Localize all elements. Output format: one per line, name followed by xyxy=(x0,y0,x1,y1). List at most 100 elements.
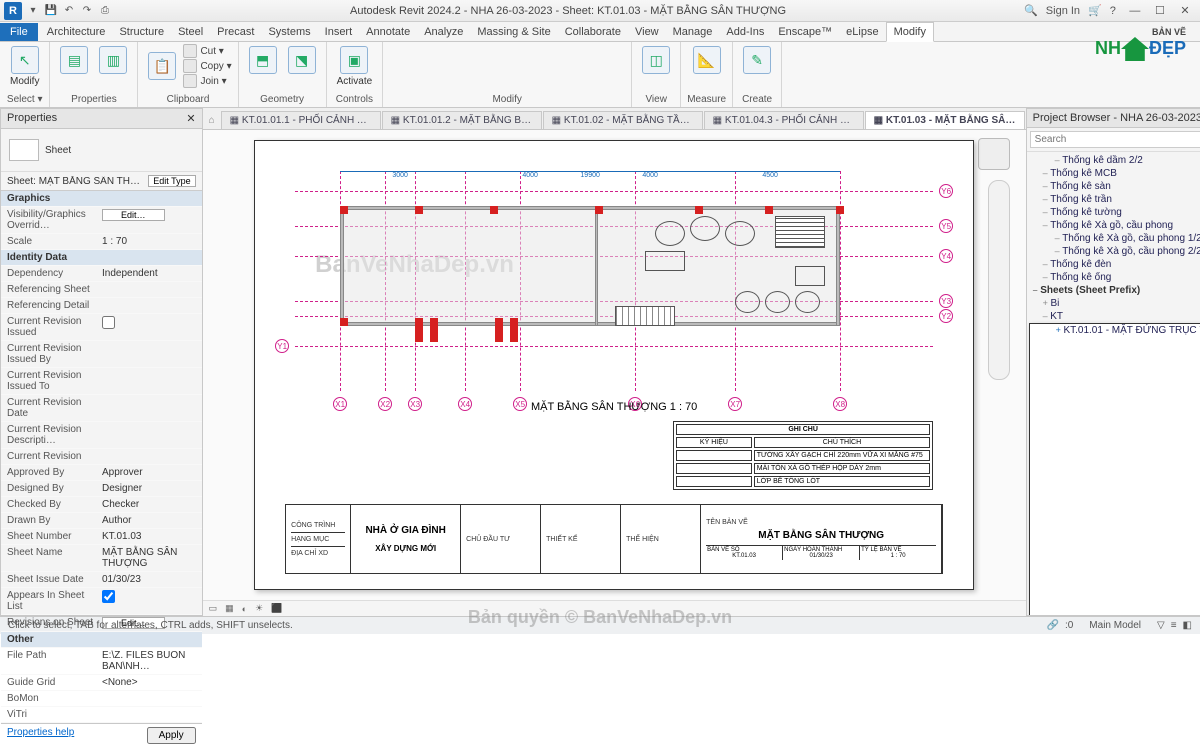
scale-display-icon[interactable]: ▭ xyxy=(209,603,218,614)
copy2-icon[interactable] xyxy=(609,44,625,60)
cut-mini[interactable]: Cut ▾ xyxy=(183,44,231,58)
shadow-icon[interactable]: ⬛ xyxy=(271,603,282,614)
selection-count-icon[interactable]: 🔗 xyxy=(1047,620,1059,631)
cut-geom-button[interactable]: ⬔ xyxy=(284,44,320,76)
search-icon[interactable]: 🔍 xyxy=(1024,4,1038,17)
sheet-view[interactable]: BanVeNhaDep.vn Y6 Y5 Y4 Y3 Y2 Y1 X1X2X3X… xyxy=(254,140,974,590)
detail-level-icon[interactable]: ▦ xyxy=(225,603,234,614)
tree-node[interactable]: Thống kê ống xyxy=(1029,271,1200,284)
modify-button[interactable]: ↖Modify xyxy=(6,44,43,89)
ribbon-tab-elipse[interactable]: eLipse xyxy=(839,23,885,41)
scale-icon[interactable] xyxy=(549,44,565,60)
signin-link[interactable]: Sign In xyxy=(1046,5,1080,17)
copy-mini[interactable]: Copy ▾ xyxy=(183,59,231,73)
align-icon[interactable] xyxy=(389,44,405,60)
view-cube[interactable] xyxy=(978,138,1010,170)
delete-icon[interactable] xyxy=(589,44,605,60)
maximize-button[interactable]: ☐ xyxy=(1149,4,1171,17)
type-properties-button[interactable]: ▥ xyxy=(95,44,131,76)
close-button[interactable]: ✕ xyxy=(1174,4,1196,17)
tree-node[interactable]: Thống kê Xà gồ, cầu phong 1/2 xyxy=(1029,232,1200,245)
paste-button[interactable]: 📋 xyxy=(144,50,180,82)
ribbon-tab-systems[interactable]: Systems xyxy=(261,23,317,41)
offset-icon[interactable] xyxy=(409,44,425,60)
activate-button[interactable]: ▣Activate xyxy=(333,44,377,89)
apply-button[interactable]: Apply xyxy=(147,727,196,744)
main-model-selector[interactable]: Main Model xyxy=(1089,620,1141,631)
tree-node[interactable]: Thống kê Xà gồ, cầu phong 2/2 xyxy=(1029,245,1200,258)
home-tab-icon[interactable]: ⌂ xyxy=(203,112,221,129)
view-control-bar[interactable]: ▭ ▦ ◐ ☀ ⬛ xyxy=(203,600,1026,616)
mirror-icon[interactable] xyxy=(429,44,445,60)
ribbon-tab-view[interactable]: View xyxy=(628,23,666,41)
ribbon-tab-analyze[interactable]: Analyze xyxy=(417,23,470,41)
array-icon[interactable] xyxy=(529,44,545,60)
ribbon-tab-collaborate[interactable]: Collaborate xyxy=(558,23,628,41)
properties-help-link[interactable]: Properties help xyxy=(7,727,74,738)
panel-close-icon[interactable]: ✕ xyxy=(186,112,195,125)
help-icon[interactable]: ? xyxy=(1110,5,1116,17)
measure-button[interactable]: 📐 xyxy=(687,44,726,76)
thin-lines-icon[interactable]: ≡ xyxy=(1171,620,1177,631)
filter-icon[interactable]: ▽ xyxy=(1157,620,1165,631)
ribbon-tab-structure[interactable]: Structure xyxy=(112,23,171,41)
quick-access-toolbar[interactable]: ▾ 💾 ↶ ↷ ⎙ xyxy=(26,4,112,18)
doc-tab[interactable]: ▦ KT.01.03 - MẶT BẰNG SÂN THƯ…✕ xyxy=(865,111,1025,129)
reveal-icon[interactable]: ◧ xyxy=(1183,620,1192,631)
redo-icon[interactable]: ↷ xyxy=(80,4,94,18)
visual-style-icon[interactable]: ◐ xyxy=(242,604,247,614)
tree-node[interactable]: Thống kê dầm 2/2 xyxy=(1029,154,1200,167)
create-button[interactable]: ✎ xyxy=(739,44,775,76)
browser-tree[interactable]: Thống kê dầm 2/2Thống kê MCBThống kê sàn… xyxy=(1027,152,1200,615)
vgo-edit-button[interactable]: Edit… xyxy=(102,209,165,221)
ribbon-tab-precast[interactable]: Precast xyxy=(210,23,261,41)
trim-icon[interactable] xyxy=(489,44,505,60)
properties-button[interactable]: ▤ xyxy=(56,44,92,76)
print-icon[interactable]: ⎙ xyxy=(98,4,112,18)
sun-icon[interactable]: ☀ xyxy=(255,603,263,614)
move-icon[interactable] xyxy=(449,44,465,60)
doc-tab[interactable]: ▦ KT.01.04.3 - PHỐI CẢNH MẶT CẮT …✕ xyxy=(704,111,864,129)
minimize-button[interactable]: — xyxy=(1124,5,1146,17)
tree-node[interactable]: KT.01.01 - MẶT ĐỨNG TRỤC Y5-Y1 xyxy=(1029,323,1200,615)
pin-icon[interactable] xyxy=(569,44,585,60)
type-selector[interactable]: Sheet xyxy=(45,145,71,156)
ribbon-tab-modify[interactable]: Modify xyxy=(886,22,934,42)
tree-node[interactable]: Thống kê MCB xyxy=(1029,167,1200,180)
cri-checkbox[interactable] xyxy=(102,316,115,329)
ribbon-tab-annotate[interactable]: Annotate xyxy=(359,23,417,41)
view-hide-button[interactable]: ◫ xyxy=(638,44,674,76)
tree-node[interactable]: Thống kê trần xyxy=(1029,193,1200,206)
ribbon-tab-architecture[interactable]: Architecture xyxy=(40,23,113,41)
tree-node[interactable]: Thống kê Xà gồ, cầu phong xyxy=(1029,219,1200,232)
ribbon-tab-massingsite[interactable]: Massing & Site xyxy=(470,23,557,41)
cart-icon[interactable]: 🛒 xyxy=(1088,4,1102,17)
tree-node[interactable]: Thống kê đèn xyxy=(1029,258,1200,271)
rotate-icon[interactable] xyxy=(469,44,485,60)
ribbon-tab-addins[interactable]: Add-Ins xyxy=(719,23,771,41)
split-icon[interactable] xyxy=(509,44,525,60)
open-icon[interactable]: ▾ xyxy=(26,4,40,18)
tree-node[interactable]: Thống kê tường xyxy=(1029,206,1200,219)
tree-node[interactable]: Sheets (Sheet Prefix) xyxy=(1029,284,1200,297)
file-tab[interactable]: File xyxy=(0,23,38,41)
doc-tab[interactable]: ▦ KT.01.01.2 - MẶT BẰNG BỐ TRÍ CỬ…✕ xyxy=(382,111,542,129)
ribbon-tab-manage[interactable]: Manage xyxy=(666,23,720,41)
browser-search[interactable] xyxy=(1030,131,1200,148)
save-icon[interactable]: 💾 xyxy=(44,4,58,18)
canvas[interactable]: BanVeNhaDep.vn Y6 Y5 Y4 Y3 Y2 Y1 X1X2X3X… xyxy=(203,130,1026,600)
doc-tab[interactable]: ▦ KT.01.01.1 - PHỐI CẢNH TẦNG 1✕ xyxy=(221,111,381,129)
tree-node[interactable]: Thống kê sàn xyxy=(1029,180,1200,193)
undo-icon[interactable]: ↶ xyxy=(62,4,76,18)
ribbon-tab-enscape[interactable]: Enscape™ xyxy=(771,23,839,41)
navigation-bar[interactable] xyxy=(988,180,1010,380)
join-mini[interactable]: Join ▾ xyxy=(183,74,231,88)
appears-checkbox[interactable] xyxy=(102,590,115,603)
tree-node[interactable]: KT xyxy=(1029,310,1200,323)
doc-tab[interactable]: ▦ KT.01.02 - MẶT BẰNG TẦNG 2✕ xyxy=(543,111,703,129)
tree-node[interactable]: Bi xyxy=(1029,297,1200,310)
edit-type-button[interactable]: Edit Type xyxy=(148,175,195,187)
ribbon-tab-insert[interactable]: Insert xyxy=(318,23,360,41)
cope-button[interactable]: ⬒ xyxy=(245,44,281,76)
ribbon-tab-steel[interactable]: Steel xyxy=(171,23,210,41)
